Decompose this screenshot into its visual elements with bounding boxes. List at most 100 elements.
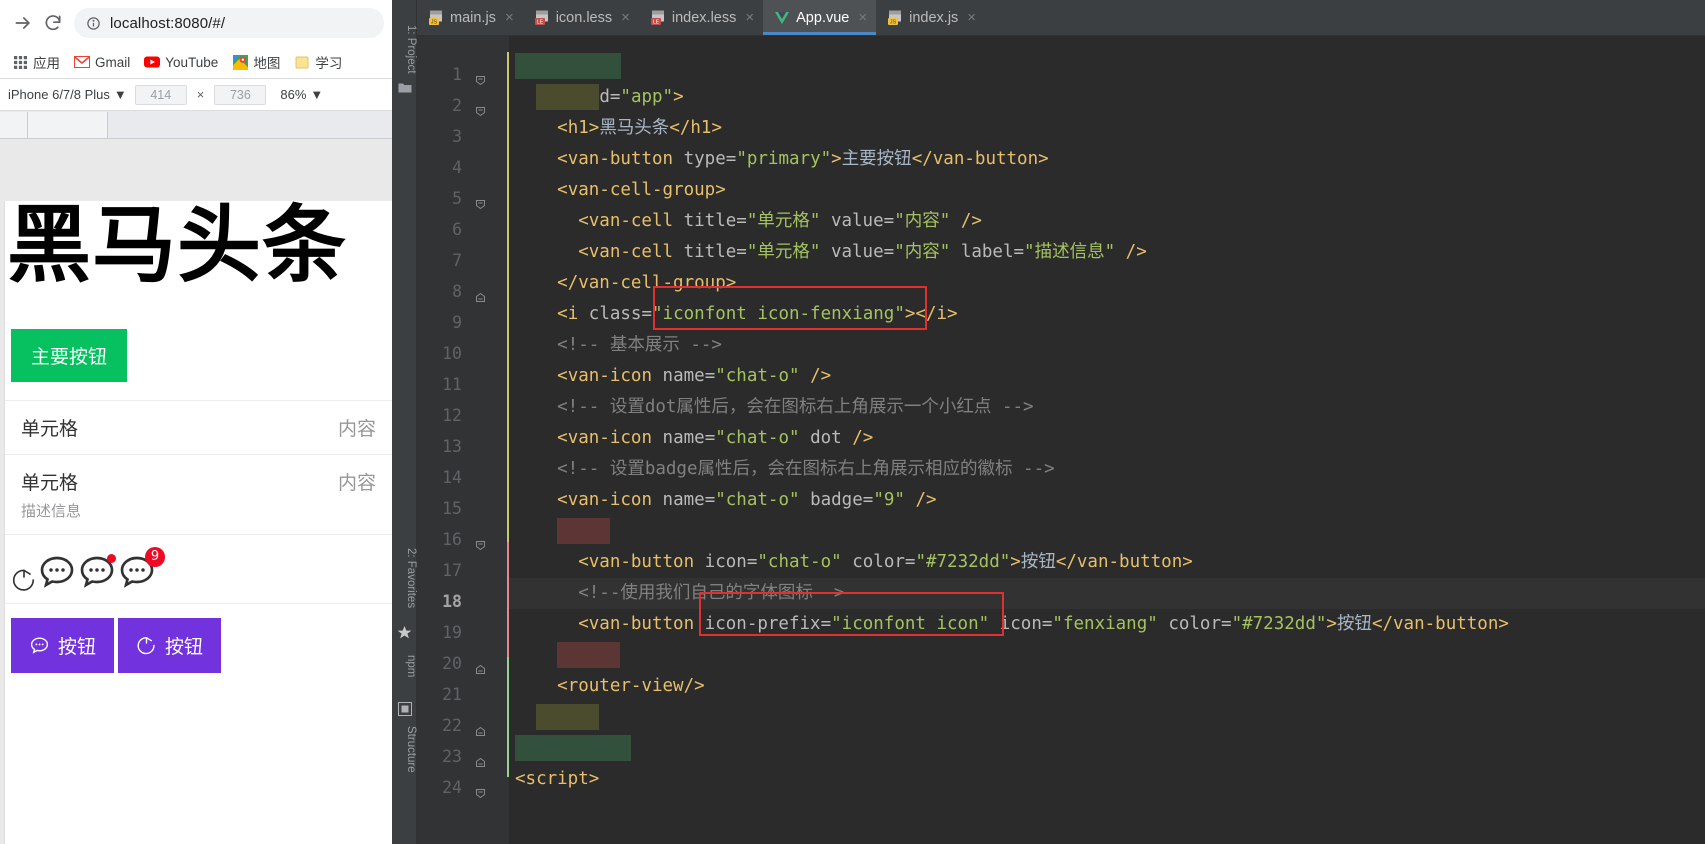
tab-app-vue[interactable]: App.vue ×	[763, 0, 877, 35]
code-line[interactable]: <van-button type="primary">主要按钮</van-but…	[509, 144, 1705, 175]
arrow-forward-icon[interactable]	[8, 8, 38, 38]
code-line[interactable]: <van-button icon-prefix="iconfont icon" …	[509, 609, 1705, 640]
code-line[interactable]: </van-cell-group>	[509, 268, 1705, 299]
line-number: 22	[442, 716, 462, 735]
svg-text:LE: LE	[653, 19, 660, 25]
bookmark-maps[interactable]: 地图	[226, 49, 286, 75]
ide-window: 1: Project 2: Favorites npm Structure JS…	[392, 0, 1705, 844]
code-line[interactable]: <!-- 基本展示 -->	[509, 330, 1705, 361]
code-line[interactable]: <van-cell title="单元格" value="内容" label="…	[509, 237, 1705, 268]
cell-row[interactable]: 单元格 内容	[5, 401, 392, 456]
code-line[interactable]: </div>	[509, 640, 1705, 671]
code-line[interactable]: <template>	[509, 51, 1705, 82]
youtube-icon	[144, 54, 161, 70]
code-fold-toggle[interactable]	[473, 73, 487, 87]
tab-index-less[interactable]: LE index.less ×	[639, 0, 763, 35]
rail-item-project[interactable]: 1: Project	[392, 25, 417, 74]
code-line[interactable]: <!-- 设置dot属性后，会在图标右上角展示一个小红点 -->	[509, 392, 1705, 423]
project-icon[interactable]	[396, 78, 413, 95]
line-number: 13	[442, 437, 462, 456]
code-line[interactable]: <van-icon name="chat-o" />	[509, 361, 1705, 392]
tab-icon-less[interactable]: LE icon.less ×	[523, 0, 639, 35]
rail-item-favorites[interactable]: 2: Favorites	[392, 548, 417, 608]
tab-label: icon.less	[555, 9, 613, 26]
button-label: 按钮	[58, 636, 97, 659]
code-line[interactable]: <van-icon name="chat-o" dot />	[509, 423, 1705, 454]
cell-value: 内容	[337, 418, 376, 441]
rail-item-structure[interactable]: Structure	[392, 726, 417, 773]
chat-bubble-badge-icon: 9	[117, 547, 165, 592]
cell-title: 单元格	[21, 472, 79, 495]
less-file-icon: LE	[650, 10, 666, 26]
close-icon[interactable]: ×	[505, 10, 514, 25]
code-line[interactable]: <!--使用我们自己的字体图标-->	[509, 578, 1705, 609]
js-file-icon: JS	[887, 10, 903, 26]
dimension-separator: ×	[196, 87, 205, 102]
tab-index-js[interactable]: JS index.js ×	[876, 0, 985, 35]
chat-button[interactable]: 按钮	[11, 618, 115, 674]
bookmark-study[interactable]: 学习	[288, 49, 348, 75]
editor-code-area[interactable]: <template> <div id="app"> <h1>黑马头条</h1> …	[509, 36, 1705, 844]
code-fold-toggle[interactable]	[473, 290, 487, 304]
code-line[interactable]: <div>	[509, 516, 1705, 547]
code-line[interactable]: <van-icon name="chat-o" badge="9" />	[509, 485, 1705, 516]
ruler-seg	[28, 112, 108, 138]
code-line[interactable]: <van-cell title="单元格" value="内容" />	[509, 206, 1705, 237]
code-fold-toggle[interactable]	[473, 662, 487, 676]
code-fold-toggle[interactable]	[473, 755, 487, 769]
device-width-input[interactable]: 414	[134, 84, 187, 105]
code-line[interactable]: <script>	[509, 764, 1705, 795]
code-line[interactable]: <h1>黑马头条</h1>	[509, 113, 1705, 144]
address-bar[interactable]: localhost:8080/#/	[74, 8, 384, 38]
tab-main-js[interactable]: JS main.js ×	[417, 0, 523, 35]
device-selector[interactable]: iPhone 6/7/8 Plus ▼	[8, 87, 127, 102]
npm-icon[interactable]	[396, 700, 413, 717]
less-file-icon: LE	[534, 10, 550, 26]
code-line[interactable]: </div>	[509, 702, 1705, 733]
bookmark-label: Gmail	[95, 54, 131, 70]
code-fold-toggle[interactable]	[473, 104, 487, 118]
number-badge: 9	[145, 547, 165, 568]
line-number: 10	[442, 344, 462, 363]
tab-label: App.vue	[796, 9, 850, 26]
close-icon[interactable]: ×	[967, 10, 976, 25]
code-line[interactable]: <van-button icon="chat-o" color="#7232dd…	[509, 547, 1705, 578]
page-title: 黑马头条	[7, 196, 348, 294]
code-fold-toggle[interactable]	[473, 538, 487, 552]
close-icon[interactable]: ×	[858, 10, 867, 25]
cell-group: 单元格 内容 单元格 描述信息 内容	[5, 400, 392, 536]
cell-row[interactable]: 单元格 描述信息 内容	[5, 455, 392, 536]
code-line[interactable]: </template>	[509, 733, 1705, 764]
bookmark-apps[interactable]: 应用	[6, 49, 66, 75]
reload-icon[interactable]	[38, 8, 68, 38]
code-line[interactable]: <!-- 设置badge属性后，会在图标右上角展示相应的徽标 -->	[509, 454, 1705, 485]
line-number: 9	[452, 313, 462, 332]
share-button[interactable]: 按钮	[118, 618, 222, 674]
line-number: 11	[442, 375, 462, 394]
close-icon[interactable]: ×	[745, 10, 754, 25]
bookmark-gmail[interactable]: Gmail	[68, 51, 136, 73]
code-fold-toggle[interactable]	[473, 786, 487, 800]
ruler-seg	[108, 112, 392, 138]
device-height-input[interactable]: 736	[214, 84, 267, 105]
star-icon[interactable]	[396, 624, 413, 641]
code-line[interactable]: <div id="app">	[509, 82, 1705, 113]
close-icon[interactable]: ×	[621, 10, 630, 25]
code-line[interactable]: <i class="iconfont icon-fenxiang"></i>	[509, 299, 1705, 330]
svg-text:LE: LE	[537, 19, 544, 25]
chevron-down-icon: ▼	[310, 87, 324, 102]
code-line[interactable]: <router-view/>	[509, 671, 1705, 702]
browser-toolbar: localhost:8080/#/	[0, 0, 392, 46]
editor-gutter[interactable]: 1 2 3 4 5 6 7 8 9 10 11 12 13 14 15 16 17 18 19 20 21 22 23 24	[417, 36, 510, 844]
rail-item-npm[interactable]: npm	[392, 655, 417, 677]
zoom-selector[interactable]: 86% ▼	[280, 87, 323, 102]
cell-label: 描述信息	[21, 502, 82, 521]
bookmark-youtube[interactable]: YouTube	[138, 51, 224, 73]
code-fold-toggle[interactable]	[473, 724, 487, 738]
line-number: 16	[442, 530, 462, 549]
share-arrow-icon	[136, 635, 157, 656]
code-fold-toggle[interactable]	[473, 197, 487, 211]
primary-button[interactable]: 主要按钮	[11, 329, 128, 383]
rendered-page: 黑马头条 主要按钮 单元格 内容 单元格 描述信息 内容 9 按钮 按钮	[4, 201, 392, 844]
code-line[interactable]: <van-cell-group>	[509, 175, 1705, 206]
